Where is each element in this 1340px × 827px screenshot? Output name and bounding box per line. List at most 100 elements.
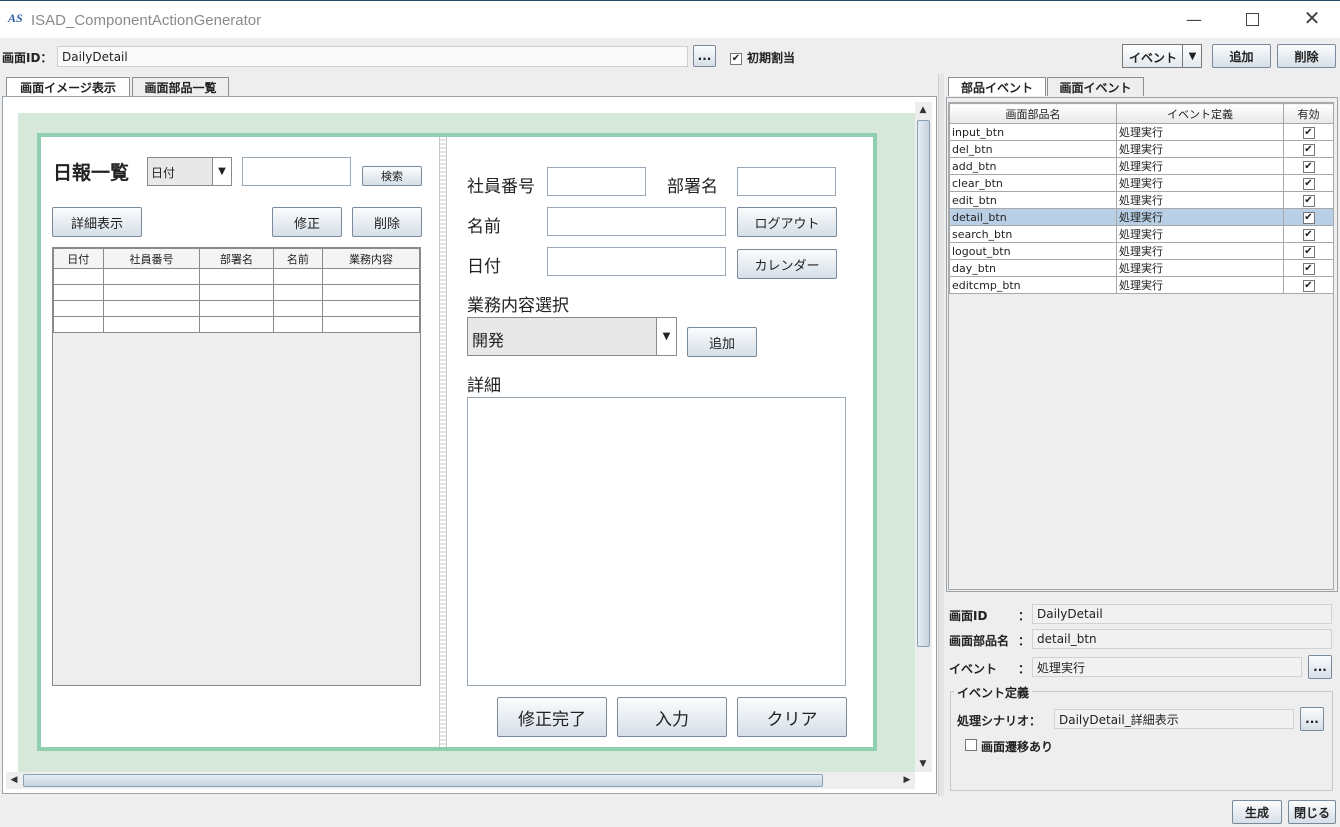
task-select[interactable]: 開発 ▼	[467, 317, 677, 356]
close-button[interactable]: 閉じる	[1288, 800, 1336, 824]
scroll-left-icon[interactable]: ◀	[6, 772, 22, 788]
calendar-button[interactable]: カレンダー	[737, 249, 837, 279]
scroll-right-icon[interactable]: ▶	[899, 772, 915, 788]
horizontal-scroll-thumb[interactable]	[23, 774, 823, 787]
tab-screen-image[interactable]: 画面イメージ表示	[6, 77, 130, 96]
event-table-event-cell: 処理実行	[1116, 259, 1284, 277]
date-select[interactable]: 日付 ▼	[147, 157, 232, 186]
clear-button[interactable]: クリア	[737, 697, 847, 737]
table-row[interactable]	[53, 268, 420, 285]
event-table-row[interactable]: del_btn 処理実行 ✔	[949, 140, 1334, 158]
event-table-row[interactable]: input_btn 処理実行 ✔	[949, 123, 1334, 141]
scroll-down-icon[interactable]: ▼	[915, 756, 931, 772]
dept-input[interactable]	[737, 167, 836, 196]
event-table-row[interactable]: day_btn 処理実行 ✔	[949, 259, 1334, 277]
vertical-scroll-thumb[interactable]	[917, 120, 930, 647]
tab-part-events[interactable]: 部品イベント	[948, 77, 1046, 96]
screen-id-browse-button[interactable]: ...	[693, 45, 716, 67]
edit-button[interactable]: 修正	[272, 207, 342, 237]
panel-splitter[interactable]	[938, 74, 944, 796]
scenario-label: 処理シナリオ：	[957, 714, 1042, 728]
enabled-checkbox[interactable]: ✔	[1302, 127, 1315, 139]
event-table-header-cell[interactable]: 有効	[1283, 103, 1334, 124]
generate-button[interactable]: 生成	[1232, 800, 1282, 824]
employee-no-input[interactable]	[547, 167, 646, 196]
enabled-checkbox[interactable]: ✔	[1302, 263, 1315, 275]
table-row[interactable]	[53, 300, 420, 317]
event-detail-label: イベント	[949, 662, 998, 676]
event-table-row[interactable]: clear_btn 処理実行 ✔	[949, 174, 1334, 192]
enabled-checkbox[interactable]: ✔	[1302, 229, 1315, 241]
event-table-enabled-cell: ✔	[1283, 157, 1334, 175]
table-row[interactable]	[53, 316, 420, 333]
input-button[interactable]: 入力	[617, 697, 727, 737]
screen-id-field[interactable]: DailyDetail	[57, 46, 688, 67]
event-table-header-cell[interactable]: イベント定義	[1116, 103, 1284, 124]
dept-label: 部署名	[667, 177, 718, 197]
horizontal-scrollbar[interactable]: ◀ ▶	[6, 772, 915, 789]
scenario-value: DailyDetail_詳細表示	[1059, 712, 1179, 727]
enabled-checkbox[interactable]: ✔	[1302, 246, 1315, 258]
event-table-header-cell[interactable]: 画面部品名	[949, 103, 1117, 124]
table-cell	[322, 300, 420, 317]
task-select-value: 開発	[472, 331, 505, 350]
table-cell	[199, 300, 274, 317]
logout-button[interactable]: ログアウト	[737, 207, 837, 237]
table-cell	[53, 268, 104, 285]
tab-screen-events[interactable]: 画面イベント	[1047, 77, 1144, 96]
event-table-event-cell: 処理実行	[1116, 276, 1284, 294]
detail-textarea[interactable]	[467, 397, 846, 686]
event-table-row[interactable]: logout_btn 処理実行 ✔	[949, 242, 1334, 260]
event-table-row[interactable]: add_btn 処理実行 ✔	[949, 157, 1334, 175]
scroll-up-icon[interactable]: ▲	[915, 102, 931, 118]
detail-view-button[interactable]: 詳細表示	[52, 207, 142, 237]
table-cell	[53, 316, 104, 333]
event-table-row[interactable]: search_btn 処理実行 ✔	[949, 225, 1334, 243]
enabled-checkbox[interactable]: ✔	[1302, 178, 1315, 190]
event-table-name-cell: clear_btn	[949, 174, 1117, 192]
search-input[interactable]	[242, 157, 351, 186]
event-browse-button[interactable]: ...	[1308, 655, 1332, 679]
table-cell	[199, 316, 274, 333]
event-table-row[interactable]: editcmp_btn 処理実行 ✔	[949, 276, 1334, 294]
close-icon[interactable]: ✕	[1302, 8, 1322, 28]
delete-event-button[interactable]: 削除	[1277, 44, 1336, 68]
preview-title: 日報一覧	[53, 162, 130, 184]
event-table-name-cell: add_btn	[949, 157, 1117, 175]
tab-screen-parts-list[interactable]: 画面部品一覧	[132, 77, 229, 96]
event-table-event-cell: 処理実行	[1116, 208, 1284, 226]
name-input[interactable]	[547, 207, 726, 236]
vertical-scrollbar[interactable]: ▲ ▼	[915, 102, 932, 772]
initial-assign-check-mark: ✔	[730, 53, 742, 65]
delete-button[interactable]: 削除	[352, 207, 422, 237]
enabled-checkbox[interactable]: ✔	[1302, 280, 1315, 292]
enabled-checkbox[interactable]: ✔	[1302, 144, 1315, 156]
edit-done-button[interactable]: 修正完了	[497, 697, 607, 737]
initial-assign-checkbox[interactable]: ✔	[730, 50, 742, 65]
event-select[interactable]: イベント ▼	[1122, 44, 1202, 68]
event-table-enabled-cell: ✔	[1283, 208, 1334, 226]
date-input[interactable]	[547, 247, 726, 276]
event-table-enabled-cell: ✔	[1283, 191, 1334, 209]
add-event-button[interactable]: 追加	[1212, 44, 1271, 68]
date-select-value: 日付	[151, 166, 176, 180]
maximize-icon[interactable]	[1246, 13, 1259, 26]
table-row[interactable]	[53, 284, 420, 301]
search-button[interactable]: 検索	[362, 166, 422, 186]
table-cell	[322, 284, 420, 301]
part-name-field: detail_btn	[1032, 629, 1332, 649]
enabled-checkbox[interactable]: ✔	[1302, 161, 1315, 173]
event-table-enabled-cell: ✔	[1283, 276, 1334, 294]
transition-checkbox[interactable]	[965, 739, 977, 754]
task-add-button[interactable]: 追加	[687, 327, 757, 357]
detail-label: 詳細	[467, 376, 501, 396]
event-table-event-cell: 処理実行	[1116, 157, 1284, 175]
event-table-row[interactable]: edit_btn 処理実行 ✔	[949, 191, 1334, 209]
enabled-checkbox[interactable]: ✔	[1302, 195, 1315, 207]
scenario-browse-button[interactable]: ...	[1300, 707, 1324, 731]
chevron-down-icon: ▼	[656, 318, 676, 355]
minimize-icon[interactable]: —	[1183, 10, 1205, 30]
event-table-row[interactable]: detail_btn 処理実行 ✔	[949, 208, 1334, 226]
colon-label: ：	[1018, 662, 1031, 676]
enabled-checkbox[interactable]: ✔	[1302, 212, 1315, 224]
